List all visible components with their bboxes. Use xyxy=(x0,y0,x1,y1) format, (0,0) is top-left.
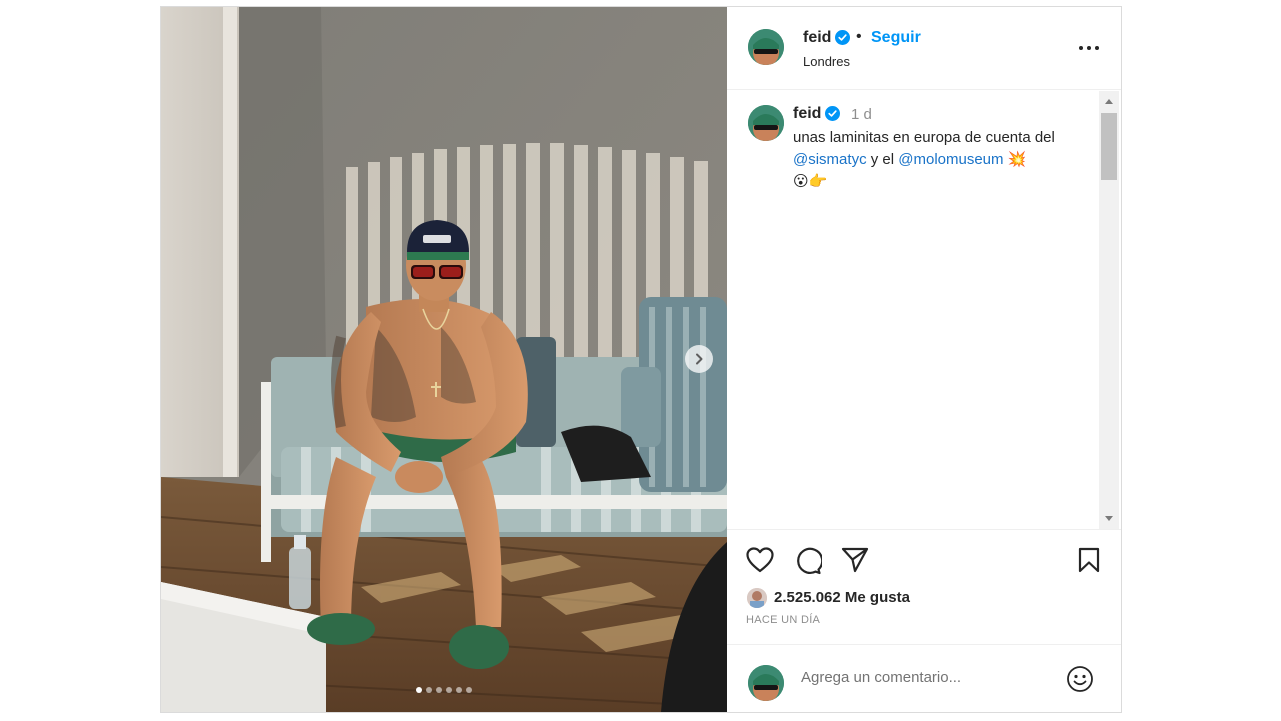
comment-button[interactable] xyxy=(794,547,824,580)
header-separator: • xyxy=(856,28,862,45)
post-actions: 2.525.062 Me gusta HACE UN DÍA xyxy=(727,529,1121,644)
verified-badge-icon xyxy=(835,30,850,50)
caption-avatar[interactable] xyxy=(748,105,784,141)
comments-section[interactable]: feid 1 d unas laminitas en europa de cue… xyxy=(727,91,1121,529)
scroll-down-arrow[interactable] xyxy=(1105,516,1113,521)
scroll-thumb[interactable] xyxy=(1101,113,1117,180)
mention-link[interactable]: @molomuseum xyxy=(898,151,1003,168)
carousel-dot xyxy=(466,687,472,693)
post-photo[interactable] xyxy=(161,7,727,712)
carousel-indicator xyxy=(161,687,727,693)
carousel-dot xyxy=(436,687,442,693)
avatar-image xyxy=(748,105,784,141)
add-comment-bar xyxy=(727,644,1121,712)
avatar-image xyxy=(748,665,784,701)
carousel-dot xyxy=(416,687,422,693)
carousel-next-button[interactable] xyxy=(685,345,713,373)
share-button[interactable] xyxy=(841,547,869,578)
carousel-dot xyxy=(426,687,432,693)
emoji-explosion: 💥 xyxy=(1007,151,1027,168)
comment-input[interactable] xyxy=(799,664,1053,690)
chevron-right-icon xyxy=(696,353,703,365)
post-date[interactable]: HACE UN DÍA xyxy=(746,614,820,626)
likes-count[interactable]: 2.525.062 Me gusta xyxy=(774,589,910,606)
post-details-panel: feid • Seguir Londres feid 1 d unas lami… xyxy=(727,7,1121,712)
liker-avatar[interactable] xyxy=(747,588,767,608)
caption-timestamp[interactable]: 1 d xyxy=(851,106,872,123)
emoji-picker-button[interactable] xyxy=(1066,665,1094,698)
follow-button[interactable]: Seguir xyxy=(871,29,921,47)
heart-icon xyxy=(746,547,774,573)
caption-text: unas laminitas en europa de cuenta del @… xyxy=(793,127,1093,193)
caption-username[interactable]: feid xyxy=(793,105,821,123)
emoji-surprised: 😮 xyxy=(793,173,809,190)
more-options-button[interactable] xyxy=(1077,39,1101,57)
caption-connector: y el xyxy=(870,151,895,168)
paper-plane-icon xyxy=(841,547,869,573)
current-user-avatar[interactable] xyxy=(748,665,784,701)
caption-text-body: unas laminitas en europa de cuenta del xyxy=(793,129,1055,146)
save-button[interactable] xyxy=(1077,547,1101,578)
bookmark-icon xyxy=(1078,547,1100,573)
carousel-dot xyxy=(456,687,462,693)
more-horizontal-icon xyxy=(1079,46,1099,50)
photo-illustration xyxy=(161,7,727,712)
scroll-up-arrow[interactable] xyxy=(1105,99,1113,104)
comment-icon xyxy=(797,547,824,575)
avatar-image xyxy=(748,29,784,65)
post-location[interactable]: Londres xyxy=(803,54,850,69)
smiley-icon xyxy=(1067,666,1093,692)
like-button[interactable] xyxy=(746,547,774,578)
post-header: feid • Seguir Londres xyxy=(727,7,1121,90)
mention-link[interactable]: @sismatyc xyxy=(793,151,867,168)
emoji-pointing: 👉 xyxy=(808,173,828,190)
post-card: feid • Seguir Londres feid 1 d unas lami… xyxy=(160,6,1122,713)
author-username[interactable]: feid xyxy=(803,29,831,47)
verified-badge-icon xyxy=(825,106,840,126)
comments-scrollbar[interactable] xyxy=(1099,91,1119,529)
avatar-image xyxy=(747,588,767,608)
author-avatar[interactable] xyxy=(748,29,784,65)
carousel-dot xyxy=(446,687,452,693)
